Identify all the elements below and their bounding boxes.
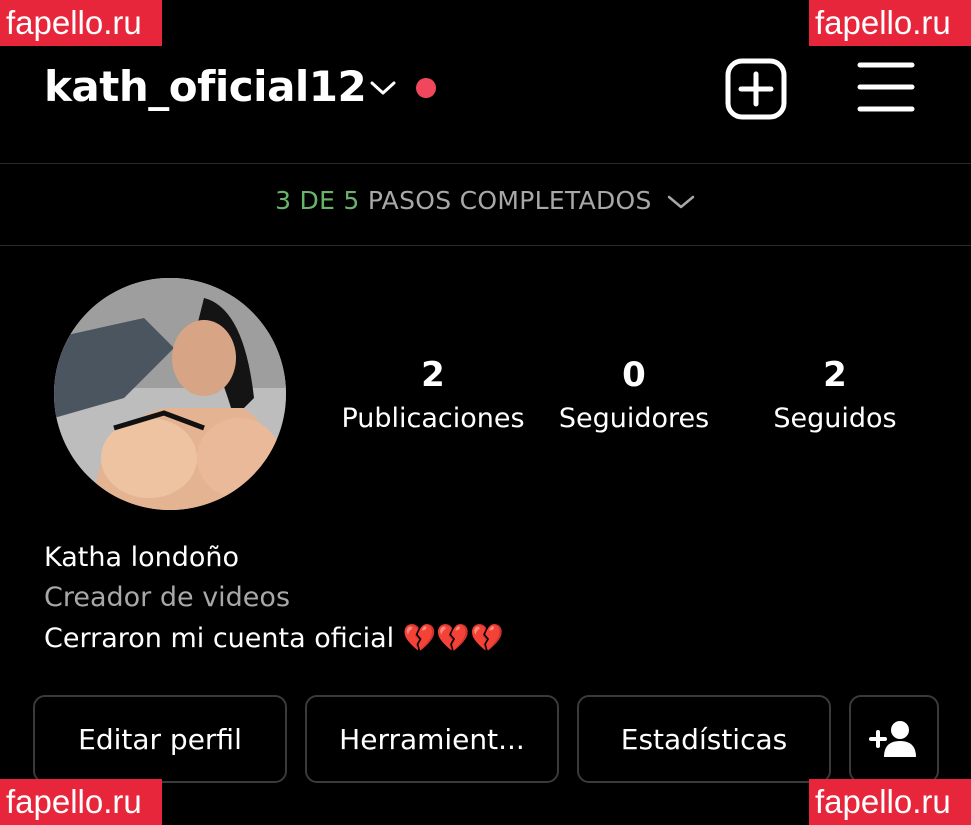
stat-posts[interactable]: 2 Publicaciones [333,352,533,440]
profile-category: Creador de videos [44,582,291,613]
plus-square-icon[interactable] [725,58,787,120]
avatar-photo [54,278,286,510]
steps-label: PASOS COMPLETADOS [367,186,652,215]
posts-label: Publicaciones [341,403,525,434]
add-user-icon [869,721,916,757]
profile-display-name: Katha londoño [44,542,240,573]
profile-bio: Cerraron mi cuenta oficial 💔💔💔 [44,622,504,654]
watermark-top-left: fapello.ru [0,0,162,46]
header-divider [0,163,971,164]
steps-done-count: 3 DE 5 [275,186,360,215]
notification-dot [416,78,436,98]
chevron-down-icon [667,195,695,209]
posts-count: 2 [421,355,445,395]
stat-following[interactable]: 2 Seguidos [735,352,935,440]
watermark-bottom-left: fapello.ru [0,779,162,825]
add-user-button[interactable] [849,695,939,783]
bio-text: Cerraron mi cuenta oficial [44,623,403,654]
profile-avatar[interactable] [54,278,286,510]
steps-divider [0,245,971,246]
following-label: Seguidos [773,403,897,434]
followers-label: Seguidores [558,403,710,434]
edit-profile-button[interactable]: Editar perfil [33,695,287,783]
hamburger-menu-icon[interactable] [857,60,915,114]
watermark-bottom-right: fapello.ru [809,779,971,825]
insights-button[interactable]: Estadísticas [577,695,831,783]
tools-button[interactable]: Herramient... [305,695,559,783]
broken-heart-emoji: 💔💔💔 [402,623,504,654]
chevron-down-icon[interactable] [368,78,398,98]
profile-steps-progress[interactable]: 3 DE 5 PASOS COMPLETADOS [0,186,971,215]
stat-followers[interactable]: 0 Seguidores [534,352,734,440]
account-username[interactable]: kath_oficial12 [44,62,367,111]
following-count: 2 [823,355,847,395]
followers-count: 0 [622,355,646,395]
watermark-top-right: fapello.ru [809,0,971,46]
